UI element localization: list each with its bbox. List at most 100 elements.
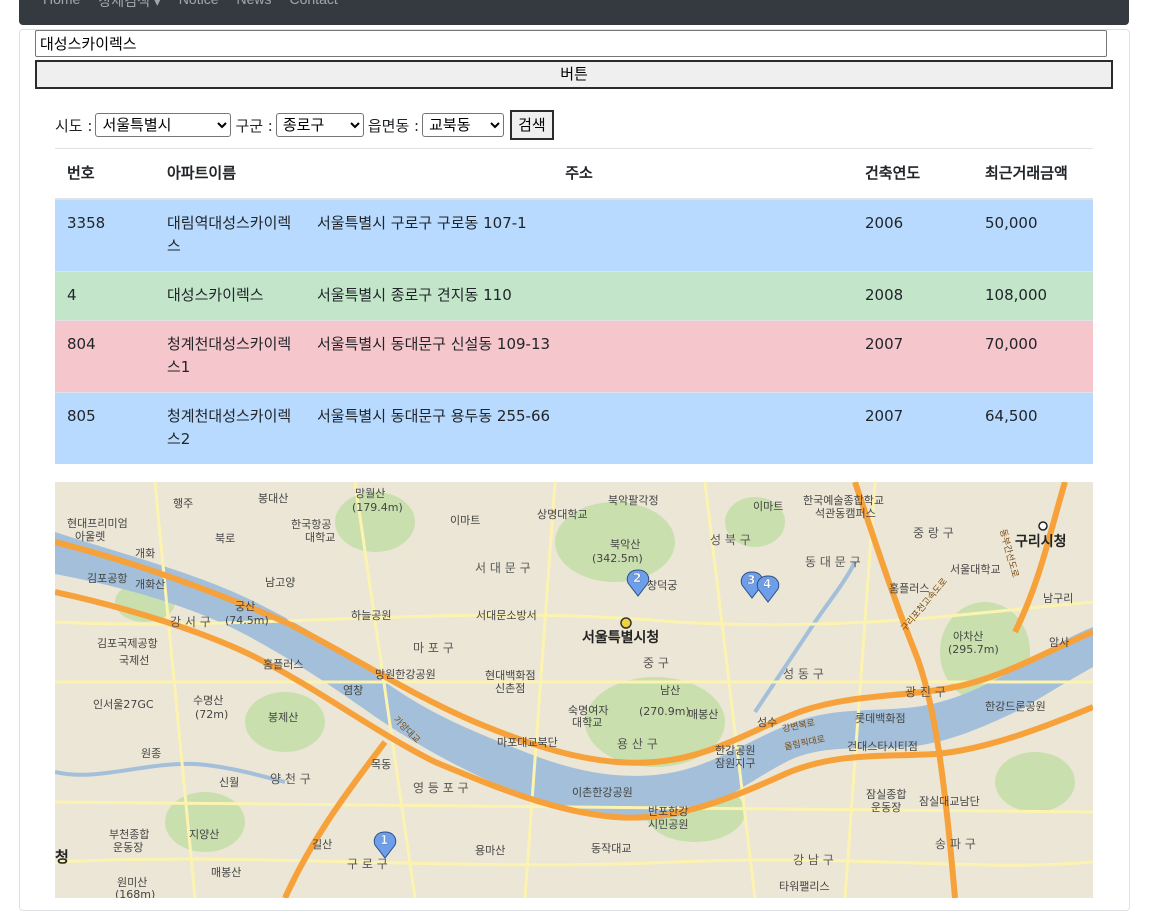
label-mangwolsan: 망월산	[355, 487, 385, 500]
label-seoul-hall: 서울특별시청	[582, 629, 659, 646]
label-mangwolsan-h: (179.4m)	[352, 501, 403, 514]
label-mokdong: 목동	[371, 758, 391, 771]
header-price: 최근거래금액	[973, 148, 1093, 200]
label-gaehwa: 개화	[135, 547, 155, 560]
label-emart2: 이마트	[753, 500, 783, 513]
label-wonmisan-h: (168m)	[115, 888, 155, 898]
region-filter-row: 시도 : 서울특별시 구군 : 종로구 읍면동 : 교북동 검색	[55, 110, 554, 140]
marker-label-3: 3	[747, 573, 755, 587]
label-hangang-park: 한강공원	[715, 744, 755, 757]
label-lotte2: 건대스타시티점	[847, 740, 918, 753]
label-seodaemun: 서 대 문 구	[475, 561, 531, 575]
label-jamsil2: 운동장	[871, 801, 901, 814]
label-sumyeongsan: 수명산	[193, 694, 223, 707]
label-seongbuk: 성 북 구	[710, 533, 751, 547]
nav-link-notice[interactable]: Notice	[179, 0, 219, 11]
gugun-label: 구군 :	[235, 116, 273, 135]
label-hyundai: 현대백화점	[485, 669, 536, 682]
cell-year: 2007	[853, 392, 973, 464]
label-hyundai-mall2: 아울렛	[75, 530, 105, 543]
cell-price: 64,500	[973, 392, 1093, 464]
sido-label: 시도 :	[55, 116, 93, 135]
map-canvas[interactable]: 서 대 문 구 성 북 구 동 대 문 구 중 랑 구 마 포 구 중 구 용 …	[55, 482, 1093, 898]
label-maebongsan: 매봉산	[211, 866, 241, 879]
cell-year: 2006	[853, 198, 973, 272]
header-address: 주소	[305, 148, 853, 200]
label-namsan: 남산	[660, 684, 680, 697]
label-sinwol: 신월	[219, 776, 239, 789]
label-seongsu: 성수	[757, 716, 777, 729]
label-yeongdeungpo: 영 등 포 구	[413, 781, 469, 795]
label-jiyangsan: 지양산	[189, 828, 219, 841]
label-seongdong: 성 동 구	[783, 667, 824, 681]
label-achasan-h: (295.7m)	[948, 643, 999, 656]
nav-link-news[interactable]: News	[236, 0, 271, 11]
label-banpo2: 시민공원	[648, 818, 688, 831]
search-button[interactable]: 검색	[510, 110, 554, 140]
table-row[interactable]: 3358 대림역대성스카이렉스 서울특별시 구로구 구로동 107-1 2006…	[55, 198, 1093, 272]
marker-label-4: 4	[763, 577, 771, 591]
label-timessquare: 타워팰리스	[779, 880, 830, 893]
label-sookmyung2: 대학교	[572, 716, 602, 729]
marker-label-1: 1	[380, 833, 388, 847]
label-jamsil: 잠실종합	[866, 788, 906, 801]
label-hansung2: 석관동캠퍼스	[815, 507, 876, 520]
search-input[interactable]	[35, 30, 1107, 57]
label-dongjak: 동작대교	[591, 842, 631, 855]
label-homeplus1: 홈플러스	[889, 581, 929, 595]
cell-price: 70,000	[973, 320, 1093, 393]
nav-link-detail-search[interactable]: 상세검색 ▾	[98, 0, 160, 11]
submit-button[interactable]: 버튼	[35, 60, 1113, 89]
table-header-row: 번호 아파트이름 주소 건축연도 최근거래금액	[55, 148, 1093, 200]
cell-no: 4	[55, 271, 155, 321]
label-sumyeongsan-h: (72m)	[195, 708, 228, 721]
cell-no: 804	[55, 320, 155, 393]
apartment-table: 번호 아파트이름 주소 건축연도 최근거래금액 3358 대림역대성스카이렉스 …	[55, 148, 1093, 464]
label-bucheon: 부천종합	[109, 827, 149, 841]
label-bongjesan: 봉제산	[268, 711, 298, 724]
label-songpa: 송 파 구	[935, 837, 976, 851]
label-yangcheon: 양 천 구	[270, 771, 311, 786]
label-maebong: 매봉산	[688, 708, 718, 721]
gugun-select[interactable]: 종로구	[275, 113, 364, 137]
nav-link-home[interactable]: Home	[43, 0, 80, 11]
label-gangseo: 강 서 구	[170, 615, 211, 629]
table-row[interactable]: 805 청계천대성스카이렉스2 서울특별시 동대문구 용두동 255-66 20…	[55, 392, 1093, 464]
label-gwangjin: 광 진 구	[905, 685, 946, 699]
label-namsan-h: (270.9m)	[639, 705, 690, 718]
dong-select[interactable]: 교북동	[422, 113, 505, 137]
label-haneul: 하늘공원	[351, 608, 391, 622]
cell-price: 50,000	[973, 198, 1093, 272]
cell-address: 서울특별시 동대문구 용두동 255-66	[305, 392, 853, 464]
label-bugaksan: 북악산	[610, 538, 640, 551]
marker-label-2: 2	[633, 571, 641, 585]
label-gildong: 길산	[312, 838, 332, 851]
label-bugaksan-h: (342.5m)	[592, 552, 643, 565]
label-yongsan: 용 산 구	[617, 737, 658, 751]
label-bugak-gate: 북악팔각정	[608, 494, 659, 507]
label-gimpo-intl: 국제선	[119, 654, 149, 667]
table-row[interactable]: 804 청계천대성스카이렉스1 서울특별시 동대문구 신설동 109-13 20…	[55, 320, 1093, 393]
cell-address: 서울특별시 종로구 견지동 110	[305, 271, 853, 321]
seoul-hall-icon	[620, 617, 632, 629]
label-gimpo-airport: 김포국제공항	[97, 637, 158, 650]
cell-no: 3358	[55, 198, 155, 272]
table-row[interactable]: 4 대성스카이렉스 서울특별시 종로구 견지동 110 2008 108,000	[55, 271, 1093, 321]
label-wonjong: 원종	[141, 747, 161, 760]
label-cheong: 청	[55, 848, 69, 866]
label-banpo: 반포한강	[648, 805, 688, 818]
label-mapo: 마 포 구	[413, 641, 454, 655]
label-namguri: 남구리	[1043, 592, 1073, 605]
label-bucheon2: 운동장	[113, 841, 143, 854]
label-hangyeong2: 대학교	[305, 531, 335, 544]
label-bongdaesan: 봉대산	[258, 492, 288, 505]
dong-label: 읍면동 :	[367, 116, 420, 135]
nav-link-contact[interactable]: Contact	[290, 0, 338, 11]
label-gaehwasan: 개화산	[135, 578, 165, 591]
sido-select[interactable]: 서울특별시	[95, 113, 232, 137]
header-no: 번호	[55, 148, 155, 200]
label-sangmyung: 상명대학교	[537, 508, 588, 521]
label-gunsan: 궁산	[235, 600, 255, 613]
map-view[interactable]: 서 대 문 구 성 북 구 동 대 문 구 중 랑 구 마 포 구 중 구 용 …	[55, 482, 1093, 898]
cell-no: 805	[55, 392, 155, 464]
